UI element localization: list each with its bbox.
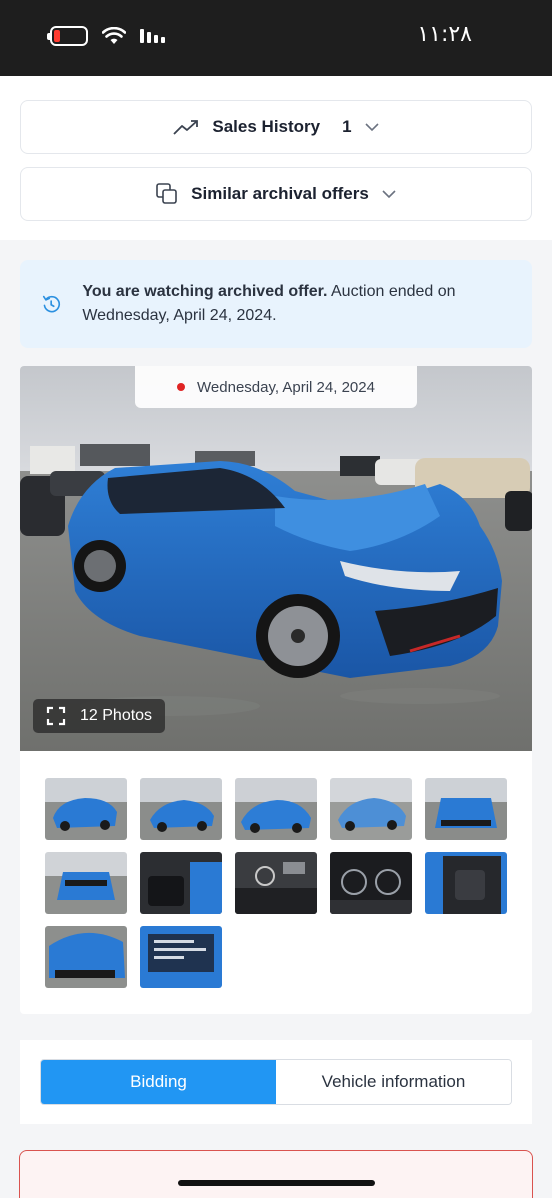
signal-icon — [140, 29, 165, 43]
main-vehicle-photo[interactable]: Wednesday, April 24, 2024 12 Photos — [20, 366, 532, 751]
photos-count-label: 12 Photos — [80, 707, 153, 724]
thumbnail[interactable] — [45, 926, 127, 988]
trending-up-icon — [173, 120, 199, 135]
tabs-card: Bidding Vehicle information — [20, 1040, 532, 1124]
thumbnail[interactable] — [330, 778, 412, 840]
history-icon — [42, 295, 61, 313]
alert-card — [19, 1150, 533, 1198]
tab-bar: Bidding Vehicle information — [40, 1059, 512, 1105]
photo-gallery: Wednesday, April 24, 2024 12 Photos — [20, 366, 532, 1014]
thumbnail[interactable] — [425, 852, 507, 914]
main-content: You are watching archived offer. Auction… — [0, 240, 552, 1124]
battery-icon — [47, 26, 88, 46]
thumbnail[interactable] — [235, 852, 317, 914]
archived-notice-text: You are watching archived offer. Auction… — [82, 280, 508, 328]
wifi-icon — [102, 27, 126, 44]
thumbnail[interactable] — [45, 852, 127, 914]
fullscreen-icon — [46, 706, 66, 726]
photos-count-button[interactable]: 12 Photos — [33, 699, 166, 733]
status-dot — [177, 383, 186, 391]
tab-bidding[interactable]: Bidding — [41, 1060, 276, 1104]
archived-notice-bold: You are watching archived offer. — [82, 283, 328, 300]
sales-history-label: Sales History — [212, 117, 321, 136]
status-bar: ١١:٢٨ — [0, 0, 552, 76]
chevron-down-icon — [382, 190, 396, 199]
similar-offers-label: Similar archival offers — [191, 184, 369, 203]
vehicle-photo-image — [20, 366, 532, 751]
thumbnail[interactable] — [235, 778, 317, 840]
status-time: ١١:٢٨ — [417, 22, 472, 47]
thumbnail[interactable] — [425, 778, 507, 840]
status-icons — [47, 26, 165, 46]
thumbnail[interactable] — [45, 778, 127, 840]
thumbnail[interactable] — [330, 852, 412, 914]
copy-icon — [156, 183, 177, 204]
sales-history-count: 1 — [342, 117, 352, 136]
chevron-down-icon — [365, 123, 379, 132]
thumbnail-grid — [45, 778, 507, 988]
archived-notice: You are watching archived offer. Auction… — [20, 260, 532, 348]
sales-history-dropdown[interactable]: Sales History 1 — [20, 100, 532, 154]
auction-date: Wednesday, April 24, 2024 — [197, 378, 375, 396]
home-indicator — [178, 1180, 375, 1186]
thumbnail[interactable] — [140, 778, 222, 840]
thumbnail[interactable] — [140, 926, 222, 988]
auction-date-pill: Wednesday, April 24, 2024 — [135, 366, 417, 408]
similar-offers-dropdown[interactable]: Similar archival offers — [20, 167, 532, 221]
thumbnail[interactable] — [140, 852, 222, 914]
tab-vehicle-information[interactable]: Vehicle information — [276, 1060, 511, 1104]
offer-tools-panel: Sales History 1 Similar archival offers — [0, 76, 552, 240]
